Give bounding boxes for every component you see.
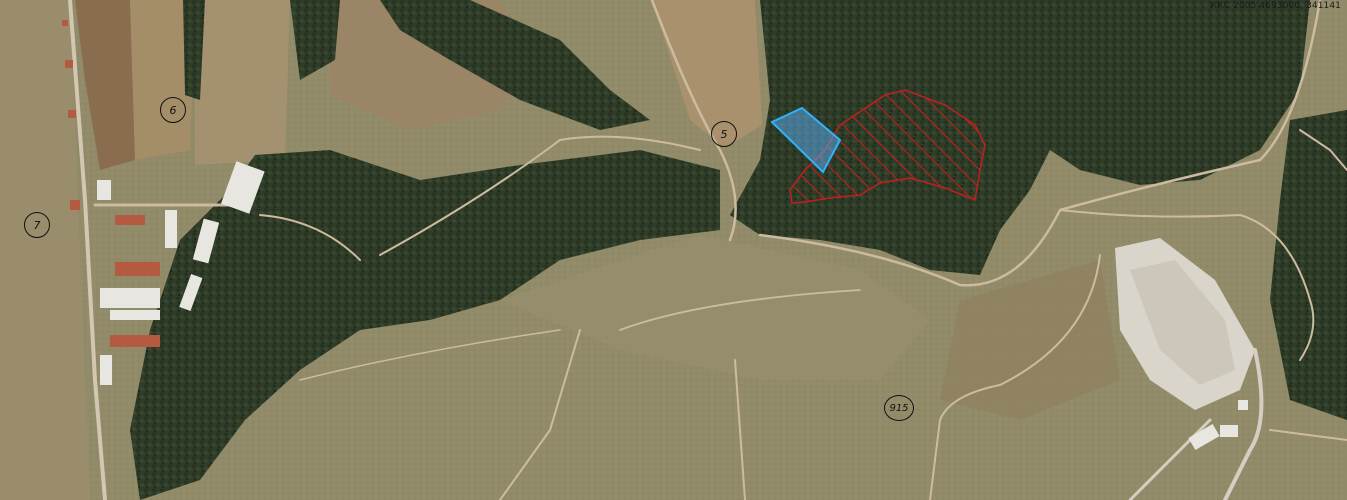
map-imagery — [0, 0, 1347, 500]
parcel-number-5[interactable]: 5 — [711, 121, 737, 147]
parcel-number-7[interactable]: 7 — [24, 212, 50, 238]
coordinate-readout: ККС 2005 4693000, 341141 — [1210, 1, 1341, 11]
parcel-number-915[interactable]: 915 — [884, 395, 914, 421]
satellite-map[interactable]: ККС 2005 4693000, 341141 6 7 5 915 — [0, 0, 1347, 500]
parcel-number-6[interactable]: 6 — [160, 97, 186, 123]
